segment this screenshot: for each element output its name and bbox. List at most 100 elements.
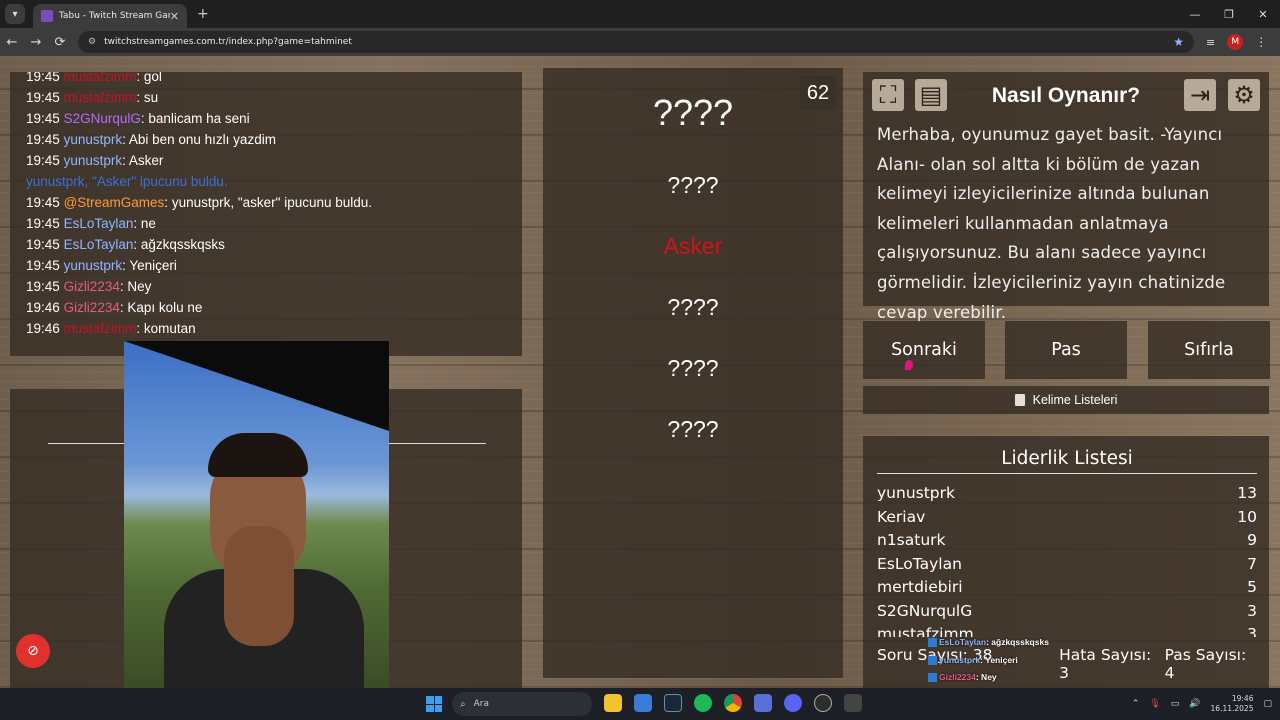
chat-message: 19:45 EsLoTaylan: ağzkqsskqsks xyxy=(26,234,506,255)
chat-message: yunustprk, "Asker" ipucunu buldu. xyxy=(26,171,506,192)
microphone-icon[interactable]: 🎙 xyxy=(1149,699,1160,709)
tab-search-menu-icon[interactable]: ▾ xyxy=(5,4,25,24)
overlay-chat-line: yunustprk: Yeniçeri xyxy=(928,652,1128,670)
chat-message: 19:45 @StreamGames: yunustprk, "asker" i… xyxy=(26,192,506,213)
chat-message: 19:46 Gizli2234: Kapı kolu ne xyxy=(26,297,506,318)
chat-time: 19:45 xyxy=(26,216,60,231)
chat-username[interactable]: Gizli2234 xyxy=(64,279,120,294)
leaderboard-row: mertdiebiri 5 xyxy=(877,576,1257,600)
chat-separator: : xyxy=(136,72,144,84)
spotify-icon[interactable] xyxy=(694,694,712,712)
taboo-word-hidden: ???? xyxy=(667,172,719,198)
leaderboard-name: n1saturk xyxy=(877,531,946,549)
chat-time: 19:45 xyxy=(26,237,60,252)
chat-message: 19:45 mustafzimm: gol xyxy=(26,72,506,87)
leaderboard-title: Liderlik Listesi xyxy=(1001,448,1133,469)
chat-username[interactable]: Gizli2234 xyxy=(64,300,120,315)
logout-icon[interactable]: ⇥ xyxy=(1184,79,1216,111)
chrome-icon[interactable] xyxy=(724,694,742,712)
settings-icon[interactable]: ⚙ xyxy=(1228,79,1260,111)
leaderboard-row: Keriav 10 xyxy=(877,506,1257,530)
chat-username[interactable]: @StreamGames xyxy=(64,195,165,210)
site-info-icon[interactable]: ⚙ xyxy=(88,37,96,47)
tray-chevron-icon[interactable]: ⌃ xyxy=(1132,699,1140,709)
reading-list-icon[interactable]: ≡ xyxy=(1206,36,1215,49)
word-lists-button[interactable]: Kelime Listeleri xyxy=(863,386,1269,414)
overlay-chat-line: EsLoTaylan: ağzkqsskqsks xyxy=(928,634,1128,652)
chat-separator: : xyxy=(133,216,141,231)
chat-text: Abi ben onu hızlı yazdim xyxy=(128,132,276,147)
taskbar-search-placeholder: Ara xyxy=(473,699,489,709)
forward-button[interactable]: → xyxy=(24,35,48,50)
help-title: Nasıl Oynanır? xyxy=(991,84,1141,107)
browser-menu-icon[interactable]: ⋮ xyxy=(1255,35,1267,49)
tab-close-icon[interactable]: ✕ xyxy=(170,10,179,23)
file-explorer-icon[interactable] xyxy=(604,694,622,712)
back-button[interactable]: ← xyxy=(0,35,24,50)
overlay-username: Gizli2234 xyxy=(939,672,976,682)
url-text: twitchstreamgames.com.tr/index.php?game=… xyxy=(104,37,352,47)
chat-text: su xyxy=(143,90,159,105)
reload-button[interactable]: ⟳ xyxy=(48,35,72,50)
window-controls: — ❐ ✕ xyxy=(1178,0,1280,28)
chat-message: 19:45 EsLoTaylan: ne xyxy=(26,213,506,234)
notification-icon[interactable]: ▢ xyxy=(1263,699,1272,709)
record-stop-icon[interactable]: ⊘ xyxy=(16,634,50,668)
close-window-button[interactable]: ✕ xyxy=(1246,0,1280,28)
leaderboard-name: mertdiebiri xyxy=(877,578,963,596)
chat-username[interactable]: mustafzimm xyxy=(64,90,137,105)
store-icon[interactable] xyxy=(634,694,652,712)
chat-username[interactable]: mustafzimm xyxy=(64,321,137,336)
notes-icon[interactable]: ▤ xyxy=(915,79,947,111)
chat-time: 19:45 xyxy=(26,195,60,210)
steam-icon[interactable] xyxy=(664,694,682,712)
chat-username[interactable]: yunustprk xyxy=(64,258,123,273)
chat-username[interactable]: yunustprk xyxy=(64,132,123,147)
misc-app-icon[interactable] xyxy=(844,694,862,712)
chat-text: Ney xyxy=(127,279,152,294)
bookmark-star-icon[interactable]: ★ xyxy=(1173,35,1184,49)
leaderboard-name: S2GNurqulG xyxy=(877,601,973,620)
game-app-icon[interactable] xyxy=(754,694,772,712)
new-tab-button[interactable]: + xyxy=(197,6,209,22)
taboo-word-found: Asker xyxy=(663,233,723,259)
chat-text: ağzkqsskqsks xyxy=(140,237,225,252)
leaderboard-name: Keriav xyxy=(877,507,926,526)
taskbar-search[interactable]: ⌕ Ara xyxy=(452,692,592,716)
address-bar[interactable]: ⚙ twitchstreamgames.com.tr/index.php?gam… xyxy=(78,31,1194,53)
chat-message: 19:45 mustafzimm: su xyxy=(26,87,506,108)
network-icon[interactable]: ▭ xyxy=(1171,699,1180,709)
windows-start-icon[interactable] xyxy=(426,696,442,712)
browser-tab-bar: ▾ Tabu - Twitch Stream Games ✕ + — ❐ ✕ xyxy=(0,0,1280,28)
chat-time: 19:45 xyxy=(26,90,60,105)
chat-username[interactable]: yunustprk xyxy=(64,153,123,168)
leaderboard-row: EsLoTaylan 7 xyxy=(877,553,1257,577)
leaderboard-name: EsLoTaylan xyxy=(877,554,962,573)
search-icon: ⌕ xyxy=(460,698,466,710)
chat-username[interactable]: EsLoTaylan xyxy=(64,216,134,231)
chat-time: 19:46 xyxy=(26,321,60,336)
system-tray: ⌃ 🎙 ▭ 🔊 19:46 16.11.2025 ▢ xyxy=(1132,688,1272,720)
volume-icon[interactable]: 🔊 xyxy=(1189,699,1200,709)
chat-text: Yeniçeri xyxy=(129,258,177,273)
profile-avatar[interactable]: M xyxy=(1227,34,1244,50)
obs-icon[interactable] xyxy=(814,694,832,712)
taskbar-clock[interactable]: 19:46 16.11.2025 xyxy=(1211,694,1254,714)
discord-icon[interactable] xyxy=(784,694,802,712)
browser-tab-active[interactable]: Tabu - Twitch Stream Games ✕ xyxy=(33,4,187,28)
chat-username[interactable]: S2GNurqulG xyxy=(64,111,141,126)
chat-separator: : xyxy=(136,90,144,105)
tab-title: Tabu - Twitch Stream Games xyxy=(59,11,170,21)
minimize-button[interactable]: — xyxy=(1178,0,1212,28)
leaderboard-score: 7 xyxy=(1247,554,1257,573)
fullscreen-icon[interactable]: ⛶ xyxy=(872,79,904,111)
next-button[interactable]: Sonraki xyxy=(863,321,985,379)
taboo-word-hidden: ???? xyxy=(667,355,719,381)
reset-button[interactable]: Sıfırla xyxy=(1148,321,1270,379)
chat-time: 19:45 xyxy=(26,258,60,273)
chat-username[interactable]: yunustprk, "Asker" ipucunu buldu. xyxy=(26,174,228,189)
chat-username[interactable]: EsLoTaylan xyxy=(64,237,134,252)
chat-username[interactable]: mustafzimm xyxy=(64,72,137,84)
restore-button[interactable]: ❐ xyxy=(1212,0,1246,28)
pass-button[interactable]: Pas xyxy=(1005,321,1127,379)
